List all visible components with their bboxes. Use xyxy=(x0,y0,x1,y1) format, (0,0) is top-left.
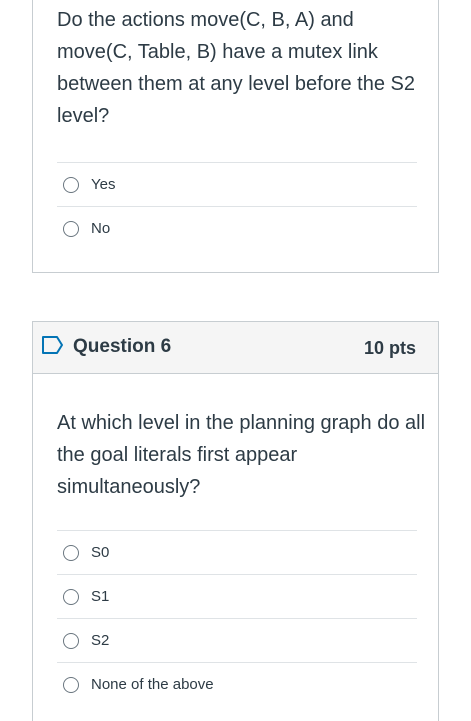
question-6-text: At which level in the planning graph do … xyxy=(57,412,426,498)
answer-label: S2 xyxy=(91,632,110,649)
radio-unchecked-icon[interactable] xyxy=(63,676,79,693)
answer-label: Yes xyxy=(91,176,116,193)
answer-label: S0 xyxy=(91,544,110,561)
answer-none-of-the-above[interactable]: None of the above xyxy=(57,662,417,706)
answer-label: No xyxy=(91,220,111,237)
answer-no[interactable]: No xyxy=(57,206,417,250)
radio-unchecked-icon[interactable] xyxy=(63,632,79,649)
radio-unchecked-icon[interactable] xyxy=(63,544,79,561)
question-5-text: Do the actions move(C, B, A) and move(C,… xyxy=(57,9,416,127)
question-title: Question 6 xyxy=(73,336,172,357)
answer-s0[interactable]: S0 xyxy=(57,530,417,574)
answer-s1[interactable]: S1 xyxy=(57,574,417,618)
question-points: 10 pts xyxy=(363,338,416,358)
answer-yes[interactable]: Yes xyxy=(57,162,417,206)
answer-label: S1 xyxy=(91,588,110,605)
radio-unchecked-icon[interactable] xyxy=(63,220,79,237)
answer-label: None of the above xyxy=(91,676,214,693)
question-5-card: Do the actions move(C, B, A) and move(C,… xyxy=(32,0,439,273)
radio-unchecked-icon[interactable] xyxy=(63,176,79,193)
question-6-header: Question 6 10 pts xyxy=(33,322,438,374)
radio-unchecked-icon[interactable] xyxy=(63,588,79,605)
answer-s2[interactable]: S2 xyxy=(57,618,417,662)
question-5-answers: Yes No xyxy=(57,162,417,250)
question-6-card: Question 6 10 pts At which level in the … xyxy=(32,321,439,721)
question-6-answers: S0 S1 S2 None of the above xyxy=(57,530,417,706)
flag-outline-icon[interactable] xyxy=(41,335,65,355)
